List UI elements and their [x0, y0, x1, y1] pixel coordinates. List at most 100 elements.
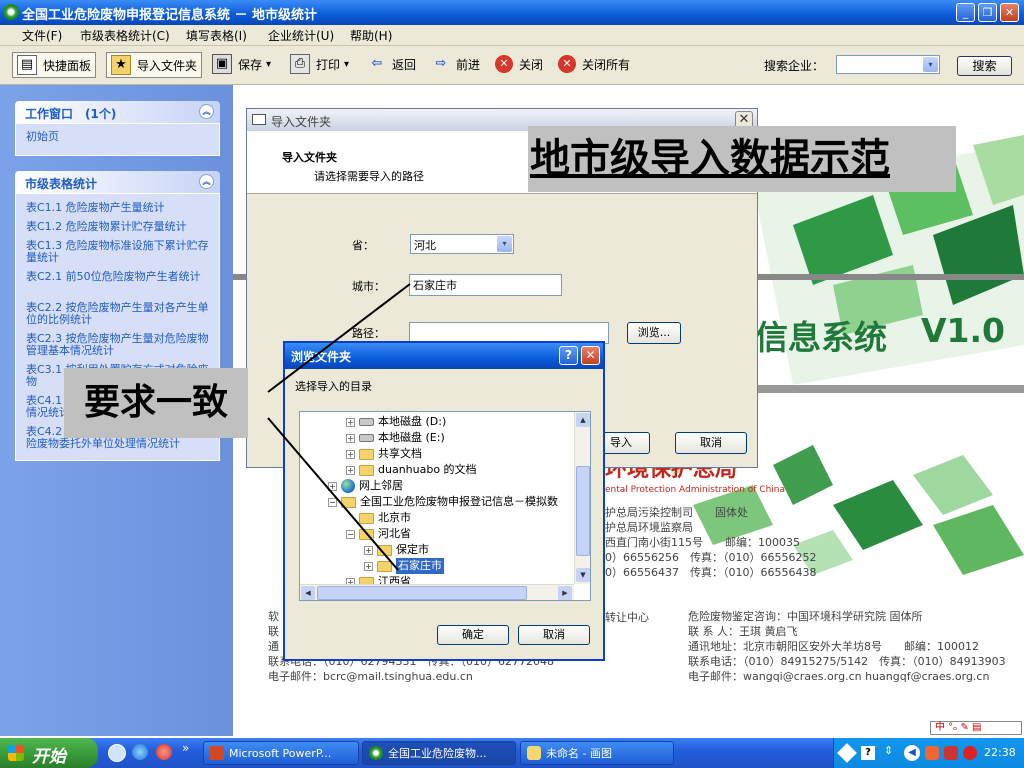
work-window-body: 初始页 [15, 123, 220, 156]
tray-expand-icon[interactable]: ⇕ [884, 744, 893, 757]
forward-button[interactable]: ⇨ 前进 [432, 52, 480, 76]
close-icon[interactable]: ✕ [581, 346, 600, 365]
menu-help[interactable]: 帮助(H) [350, 27, 392, 44]
menu-fill-form[interactable]: 填写表格(I) [186, 27, 247, 44]
close-all-button[interactable]: ✕ 关闭所有 [558, 52, 630, 76]
ime-toolbar[interactable]: 中 °ₒ ✎ ▤ [930, 721, 1022, 735]
horizontal-scrollbar[interactable]: ◀ ▶ [300, 584, 574, 600]
close-button[interactable]: ✕ 关闭 [495, 52, 543, 76]
right-footer-block: 危险废物鉴定咨询：中国环境科学研究院 固体所 联 系 人：王琪 黄启飞 通讯地址… [688, 609, 1006, 684]
province-value: 河北 [414, 239, 436, 252]
tree-node-baoding[interactable]: + 保定市 [364, 542, 429, 558]
stats-header[interactable]: 市级表格统计 ︽ [15, 171, 220, 193]
expand-icon[interactable]: + [346, 449, 355, 459]
stats-item-c12[interactable]: 表C1.2 危险废物累计贮存量统计 [26, 221, 211, 233]
tray-arrow-icon[interactable]: ◀ [904, 745, 920, 761]
quicklaunch-more[interactable]: » [182, 741, 189, 755]
task-hazwaste-system[interactable]: 全国工业危险废物... [362, 741, 516, 765]
drive-icon [359, 434, 374, 442]
expand-icon[interactable]: + [346, 465, 355, 475]
collapse-icon[interactable]: ︽ [199, 104, 214, 119]
tree-node-shared-docs[interactable]: + 共享文档 [346, 446, 422, 462]
browse-dialog-titlebar[interactable]: 浏览文件夹 ? ✕ [285, 343, 603, 369]
tray-app-icon[interactable] [963, 746, 977, 760]
stats-item-c13[interactable]: 表C1.3 危险废物标准设施下累计贮存量统计 [26, 240, 211, 264]
tree-node-drive-e[interactable]: + 本地磁盘 (E:) [346, 430, 445, 446]
maximize-button[interactable]: ❐ [978, 3, 997, 22]
collapse-icon[interactable]: − [346, 529, 355, 539]
province-select[interactable]: 河北 ▾ [410, 234, 514, 254]
contact-block: 护总局污染控制司 固体处 护总局环境监察局 西直门南小街115号 邮编：1000… [605, 505, 816, 580]
quicklaunch-desktop-icon[interactable] [108, 744, 126, 762]
chevron-down-icon[interactable]: ▾ [266, 59, 271, 70]
tray-network-icon[interactable] [837, 743, 857, 763]
collapse-icon[interactable]: ︽ [199, 174, 214, 189]
save-button[interactable]: ▣ 保存 ▾ [212, 52, 271, 76]
expand-icon[interactable]: + [364, 561, 373, 571]
tree-node-beijing[interactable]: 北京市 [346, 510, 411, 526]
folder-icon [377, 544, 392, 556]
expand-icon[interactable]: + [364, 545, 373, 555]
import-folder-button[interactable]: ★ 导入文件夹 [106, 52, 203, 78]
scroll-thumb[interactable] [576, 466, 590, 556]
expand-icon[interactable]: + [328, 481, 337, 491]
back-button[interactable]: ⇦ 返回 [368, 52, 416, 76]
task-paint[interactable]: 未命名 - 画图 [520, 741, 674, 765]
minimize-button[interactable]: _ [956, 3, 975, 22]
vertical-scrollbar[interactable]: ▲ ▼ [574, 412, 590, 584]
help-icon[interactable]: ? [861, 746, 875, 760]
menu-company-stats[interactable]: 企业统计(U) [268, 27, 334, 44]
chevron-down-icon[interactable]: ▾ [344, 59, 349, 70]
tree-node-drive-d[interactable]: + 本地磁盘 (D:) [346, 414, 446, 430]
expand-icon[interactable]: + [346, 417, 355, 427]
menu-city-stats[interactable]: 市级表格统计(C) [80, 27, 170, 44]
stats-item-c11[interactable]: 表C1.1 危险废物产生量统计 [26, 202, 211, 214]
stats-item-c42-tail[interactable]: 险废物委托外单位处理情况统计 [26, 438, 211, 450]
ok-button[interactable]: 确定 [437, 625, 509, 645]
stats-item-c23[interactable]: 表C2.3 按危险废物产生量对危险废物管理基本情况统计 [26, 333, 211, 357]
browse-cancel-button[interactable]: 取消 [518, 625, 590, 645]
title-bar[interactable]: 全国工业危险废物申报登记信息系统 － 地市级统计 _ ❐ ✕ [0, 0, 1024, 25]
folder-open-icon [341, 496, 356, 508]
stats-item-c21[interactable]: 表C2.1 前50位危险废物产生者统计 [26, 271, 211, 283]
expand-icon[interactable]: + [346, 433, 355, 443]
quick-panel-button[interactable]: ▤ 快捷面板 [12, 52, 97, 78]
tree-node-shijiazhuang[interactable]: + 石家庄市 [364, 558, 444, 574]
city-label: 城市： [352, 280, 385, 293]
city-input[interactable]: 石家庄市 [409, 274, 562, 296]
work-item-home[interactable]: 初始页 [26, 131, 211, 143]
tree-node-hebei[interactable]: − 河北省 [346, 526, 411, 542]
scroll-down-icon[interactable]: ▼ [576, 568, 590, 582]
menu-file[interactable]: 文件(F) [22, 27, 62, 44]
import-header-title: 导入文件夹 [282, 151, 337, 164]
collapse-icon[interactable]: − [328, 497, 337, 507]
scroll-left-icon[interactable]: ◀ [301, 586, 315, 600]
chevron-down-icon[interactable]: ▾ [923, 57, 938, 72]
tree-node-simulated-data[interactable]: − 全国工业危险废物申报登记信息－模拟数 [328, 494, 558, 510]
start-button[interactable]: 开始 [0, 738, 98, 768]
help-icon[interactable]: ? [559, 346, 578, 365]
import-cancel-button[interactable]: 取消 [675, 432, 747, 454]
scroll-up-icon[interactable]: ▲ [576, 413, 590, 427]
task-powerpoint[interactable]: Microsoft PowerP... [203, 741, 359, 765]
footer-line: 危险废物鉴定咨询：中国环境科学研究院 固体所 [688, 610, 923, 623]
chevron-down-icon[interactable]: ▾ [497, 236, 512, 252]
quicklaunch-app-icon[interactable] [156, 744, 172, 760]
close-window-button[interactable]: ✕ [1000, 3, 1019, 22]
stats-title: 市级表格统计 [25, 177, 98, 191]
tree-node-network[interactable]: + 网上邻居 [328, 478, 403, 494]
tree-node-user-docs[interactable]: + duanhuabo 的文档 [346, 462, 477, 478]
folder-tree[interactable]: + 本地磁盘 (D:) + 本地磁盘 (E:) + 共享文档 + duanhuabo 的… [299, 411, 591, 601]
browse-button[interactable]: 浏览... [627, 322, 681, 344]
stats-item-c22[interactable]: 表C2.2 按危险废物产生量对各产生单位的比例统计 [26, 302, 211, 326]
print-button[interactable]: ⎙ 打印 ▾ [290, 52, 349, 76]
tray-security-icon[interactable] [925, 746, 939, 760]
search-company-select[interactable]: ▾ [836, 55, 940, 74]
scroll-right-icon[interactable]: ▶ [558, 586, 572, 600]
system-tray: ? ⇕ ◀ 22:38 [833, 738, 1024, 768]
scroll-thumb-horizontal[interactable] [317, 586, 527, 600]
work-window-header[interactable]: 工作窗口 (1个) ︽ [15, 101, 220, 123]
tray-shield-icon[interactable] [944, 746, 958, 760]
quicklaunch-ie-icon[interactable] [132, 744, 148, 760]
search-button[interactable]: 搜索 [957, 56, 1012, 76]
